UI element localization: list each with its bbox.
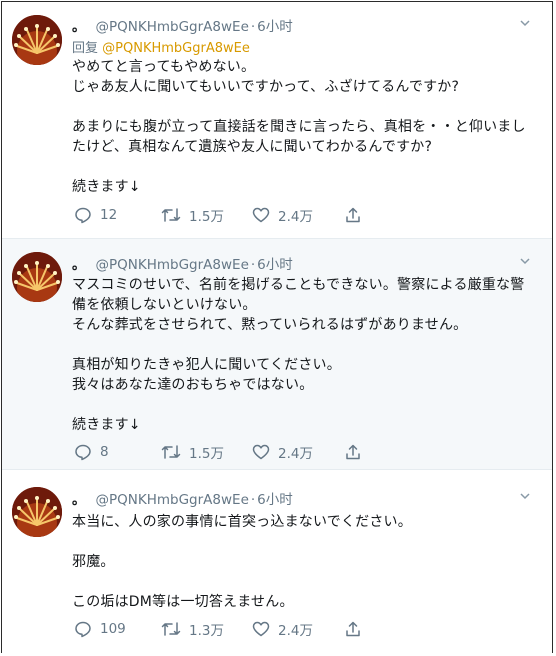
reply-label: 回复: [72, 41, 99, 56]
tweet-header: 。 @PQNKHmbGgrA8wEe · 6小时: [72, 15, 293, 35]
reply-icon: [75, 207, 91, 224]
share-icon: [346, 621, 360, 637]
reply-icon: [75, 444, 91, 461]
author-name[interactable]: 。: [72, 492, 86, 508]
tweet-line: 続きます↓: [72, 179, 141, 195]
tweet-text: マスコミのせいで、名前を掲げることもできない。警察による厳重な警 備を依頼しない…: [72, 275, 542, 435]
tweet-3[interactable]: 。 @PQNKHmbGgrA8wEe · 6小时 本当に、人の家の事情に首突っ込まない…: [2, 469, 552, 653]
reply-count: 12: [100, 207, 118, 223]
tweet-time[interactable]: 6小时: [257, 257, 293, 273]
tweet-line: あまりにも腹が立って直接話を聞きに言ったら、真相を・・と仰いまし: [72, 119, 526, 135]
tweet-header: 。 @PQNKHmbGgrA8wEe · 6小时: [72, 253, 293, 273]
chevron-down-icon[interactable]: [518, 489, 532, 503]
like-button[interactable]: 2.4万: [252, 442, 313, 462]
share-button[interactable]: [344, 619, 370, 639]
retweet-button[interactable]: 1.5万: [161, 205, 224, 225]
tweet-line: そんな葬式をさせられて、黙っていられるはずがありません。: [72, 317, 468, 333]
avatar[interactable]: [12, 487, 62, 537]
reply-button[interactable]: 8: [74, 442, 109, 462]
tweet-thread: 。 @PQNKHmbGgrA8wEe · 6小时 回复 @PQNKHmbGgrA8wE…: [1, 1, 553, 653]
tweet-2[interactable]: 。 @PQNKHmbGgrA8wEe · 6小时 マスコミのせいで、名前を掲げることも…: [2, 238, 552, 469]
author-handle[interactable]: @PQNKHmbGgrA8wEe: [96, 19, 249, 35]
share-icon: [346, 444, 360, 460]
retweet-icon: [161, 445, 181, 459]
avatar-image: [12, 487, 62, 537]
separator: ·: [250, 492, 256, 508]
author-handle[interactable]: @PQNKHmbGgrA8wEe: [96, 492, 249, 508]
reply-button[interactable]: 12: [74, 205, 117, 225]
tweet-line: やめてと言ってもやめない。: [72, 59, 256, 75]
tweet-line: 続きます↓: [72, 417, 141, 433]
share-button[interactable]: [344, 205, 370, 225]
avatar-image: [12, 15, 62, 65]
tweet-line: マスコミのせいで、名前を掲げることもできない。警察による厳重な警: [72, 277, 525, 293]
tweet-time[interactable]: 6小时: [257, 492, 293, 508]
separator: ·: [250, 19, 256, 35]
like-count: 2.4万: [278, 623, 313, 639]
tweet-1[interactable]: 。 @PQNKHmbGgrA8wEe · 6小时 回复 @PQNKHmbGgrA8wE…: [2, 2, 552, 238]
tweet-line: 邪魔。: [72, 554, 115, 570]
retweet-button[interactable]: 1.3万: [161, 619, 224, 639]
like-count: 2.4万: [278, 446, 313, 462]
author-name[interactable]: 。: [72, 257, 86, 273]
tweet-line: この垢はDM等は一切答えません。: [72, 594, 294, 610]
replying-to: 回复 @PQNKHmbGgrA8wEe: [72, 37, 250, 56]
tweet-header: 。 @PQNKHmbGgrA8wEe · 6小时: [72, 488, 293, 508]
share-icon: [346, 207, 360, 223]
retweet-count: 1.5万: [189, 209, 224, 225]
heart-icon: [252, 444, 270, 460]
tweet-text: やめてと言ってもやめない。 じゃあ友人に聞いてもいいですかって、ふざけてるんです…: [72, 57, 542, 197]
author-name[interactable]: 。: [72, 19, 86, 35]
reply-icon: [75, 621, 91, 638]
avatar[interactable]: [12, 252, 62, 302]
tweet-line: 我々はあなた達のおもちゃではない。: [72, 377, 314, 393]
tweet-time[interactable]: 6小时: [257, 19, 293, 35]
separator: ·: [250, 257, 256, 273]
tweet-line: 備を依頼しないといけない。: [72, 297, 257, 313]
like-count: 2.4万: [278, 209, 313, 225]
tweet-line: 真相が知りたきゃ犯人に聞いてください。: [72, 357, 341, 373]
heart-icon: [252, 207, 270, 223]
like-button[interactable]: 2.4万: [252, 205, 313, 225]
reply-count: 8: [100, 444, 109, 460]
heart-icon: [252, 621, 270, 637]
tweet-line: じゃあ友人に聞いてもいいですかって、ふざけてるんですか?: [72, 79, 460, 95]
reply-mention-link[interactable]: @PQNKHmbGgrA8wEe: [102, 41, 250, 56]
tweet-text: 本当に、人の家の事情に首突っ込まないでください。 邪魔。 この垢はDM等は一切答…: [72, 512, 542, 612]
retweet-icon: [161, 208, 181, 222]
reply-count: 109: [100, 621, 126, 637]
share-button[interactable]: [344, 442, 370, 462]
tweet-line: たけど、真相なんて遺族や友人に聞いてわかるんですか?: [72, 139, 433, 155]
chevron-down-icon[interactable]: [518, 16, 532, 30]
author-handle[interactable]: @PQNKHmbGgrA8wEe: [96, 257, 249, 273]
avatar[interactable]: [12, 15, 62, 65]
retweet-icon: [161, 622, 181, 636]
tweet-line: 本当に、人の家の事情に首突っ込まないでください。: [72, 514, 412, 530]
chevron-down-icon[interactable]: [518, 254, 532, 268]
avatar-image: [12, 252, 62, 302]
retweet-button[interactable]: 1.5万: [161, 442, 224, 462]
retweet-count: 1.3万: [189, 623, 224, 639]
like-button[interactable]: 2.4万: [252, 619, 313, 639]
reply-button[interactable]: 109: [74, 619, 126, 639]
retweet-count: 1.5万: [189, 446, 224, 462]
